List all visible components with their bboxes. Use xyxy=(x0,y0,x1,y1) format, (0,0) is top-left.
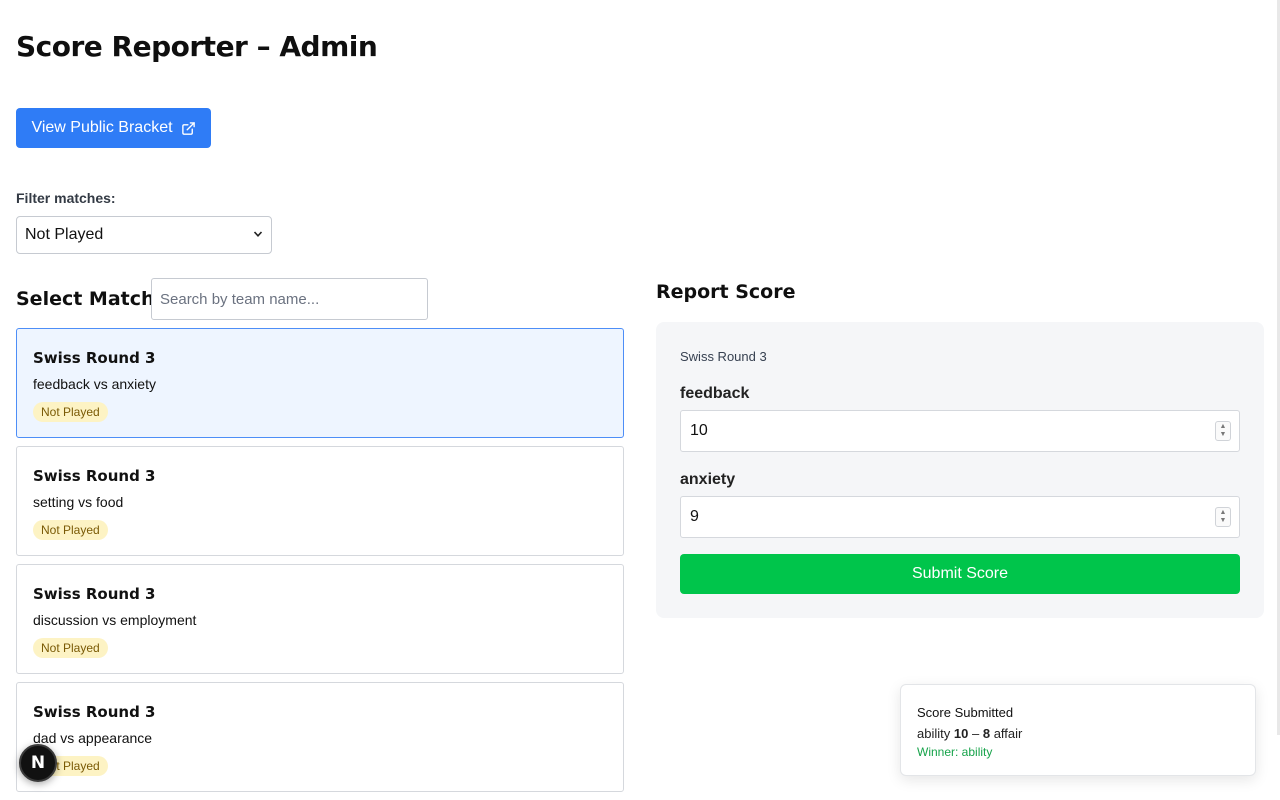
page: Score Reporter – Admin View Public Brack… xyxy=(0,0,1280,800)
match-teams: setting vs food xyxy=(33,494,124,510)
toast-team2: affair xyxy=(993,726,1023,741)
nextjs-logo-icon[interactable]: N xyxy=(19,744,57,782)
team1-score-input[interactable]: 10 ▲ ▼ xyxy=(680,410,1240,452)
team1-score-value: 10 xyxy=(690,422,708,439)
filter-label: Filter matches: xyxy=(16,190,116,206)
match-card[interactable]: Swiss Round 3 feedback vs anxiety Not Pl… xyxy=(16,328,624,438)
toast-winner: Winner: ability xyxy=(917,745,993,759)
toast-score2: 8 xyxy=(982,726,991,741)
status-badge: Not Played xyxy=(33,520,108,540)
team2-score-value: 9 xyxy=(690,508,699,525)
dev-badge-letter: N xyxy=(30,753,46,773)
view-public-bracket-button[interactable]: View Public Bracket xyxy=(16,108,211,148)
filter-selected-value: Not Played xyxy=(25,226,104,243)
status-badge: Not Played xyxy=(33,638,108,658)
toast-notification: Score Submitted ability 10 – 8 affair Wi… xyxy=(900,684,1256,776)
match-teams: dad vs appearance xyxy=(33,730,153,746)
match-card[interactable]: Swiss Round 3 setting vs food Not Played xyxy=(16,446,624,556)
toast-team1: ability xyxy=(917,726,951,741)
match-round: Swiss Round 3 xyxy=(33,585,156,603)
match-round: Swiss Round 3 xyxy=(33,467,156,485)
match-card[interactable]: Swiss Round 3 discussion vs employment N… xyxy=(16,564,624,674)
chevron-down-icon xyxy=(253,229,263,242)
filter-select[interactable]: Not Played xyxy=(16,216,272,254)
status-badge: Not Played xyxy=(33,402,108,422)
submit-score-button[interactable]: Submit Score xyxy=(680,554,1240,594)
match-card[interactable]: Swiss Round 3 dad vs appearance Not Play… xyxy=(16,682,624,792)
number-spinner-icon[interactable]: ▲ ▼ xyxy=(1215,421,1231,441)
toast-score-line: ability 10 – 8 affair xyxy=(917,726,1022,741)
page-title: Score Reporter – Admin xyxy=(16,30,378,63)
toast-dash: – xyxy=(971,726,980,741)
report-round: Swiss Round 3 xyxy=(680,349,767,364)
match-list: Swiss Round 3 feedback vs anxiety Not Pl… xyxy=(16,328,624,800)
team-search-input[interactable] xyxy=(151,278,428,320)
match-teams: feedback vs anxiety xyxy=(33,376,156,392)
report-score-panel: Swiss Round 3 feedback 10 ▲ ▼ anxiety 9 ▲… xyxy=(656,322,1264,618)
match-teams: discussion vs employment xyxy=(33,612,197,628)
external-link-icon xyxy=(181,121,196,136)
view-public-bracket-label: View Public Bracket xyxy=(31,119,173,136)
team2-score-input[interactable]: 9 ▲ ▼ xyxy=(680,496,1240,538)
match-round: Swiss Round 3 xyxy=(33,703,156,721)
select-match-heading: Select Match xyxy=(16,288,155,310)
team2-score-label: anxiety xyxy=(680,471,736,488)
report-score-heading: Report Score xyxy=(656,281,796,303)
toast-title: Score Submitted xyxy=(917,705,1014,720)
match-round: Swiss Round 3 xyxy=(33,349,156,367)
number-spinner-icon[interactable]: ▲ ▼ xyxy=(1215,507,1231,527)
team1-score-label: feedback xyxy=(680,385,750,402)
toast-score1: 10 xyxy=(953,726,969,741)
